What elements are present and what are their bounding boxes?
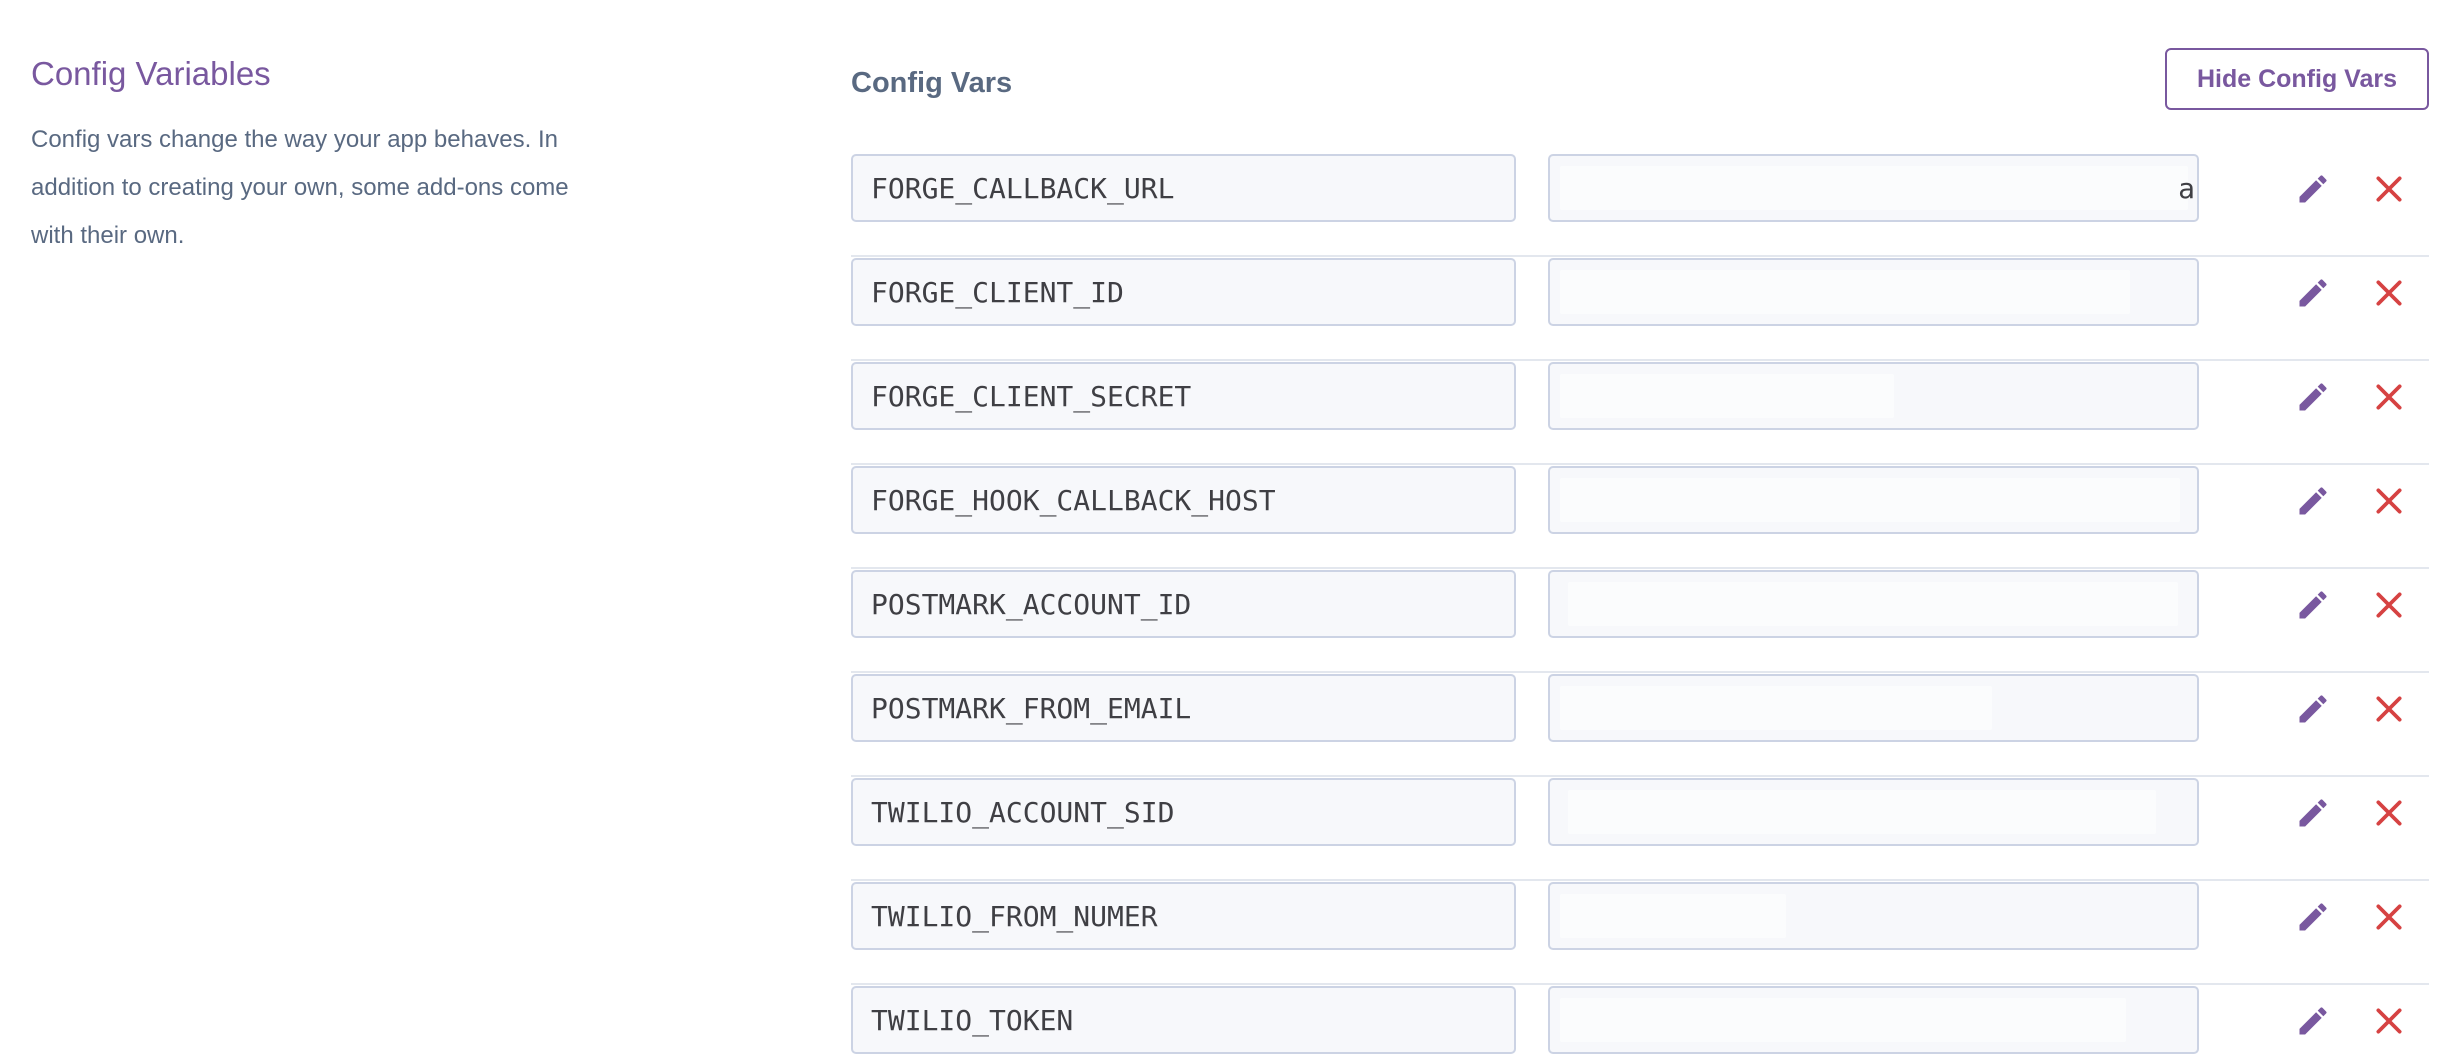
close-icon: [2376, 384, 2402, 410]
section-description: Config vars change the way your app beha…: [31, 126, 569, 249]
pencil-icon: [2299, 383, 2327, 411]
edit-config-var-button[interactable]: [2294, 794, 2332, 832]
config-var-row: TWILIO_TOKEN: [851, 985, 2429, 1058]
section-title: Config Variables: [31, 55, 271, 92]
config-var-row: POSTMARK_ACCOUNT_ID: [851, 569, 2429, 673]
masked-value: [1560, 478, 2180, 522]
masked-value: [1568, 790, 2156, 834]
edit-config-var-button[interactable]: [2294, 482, 2332, 520]
close-icon: [2376, 1008, 2402, 1034]
config-var-value-input[interactable]: [1548, 570, 2199, 638]
close-icon: [2376, 280, 2402, 306]
config-var-value-input[interactable]: [1548, 778, 2199, 846]
config-var-key-input[interactable]: FORGE_CALLBACK_URL: [851, 154, 1516, 222]
delete-config-var-button[interactable]: [2370, 690, 2408, 728]
config-var-row: TWILIO_FROM_NUMER: [851, 881, 2429, 985]
masked-value: [1560, 998, 2126, 1042]
pencil-icon: [2299, 695, 2327, 723]
pencil-icon: [2299, 591, 2327, 619]
close-icon: [2376, 488, 2402, 514]
delete-config-var-button[interactable]: [2370, 378, 2408, 416]
edit-config-var-button[interactable]: [2294, 274, 2332, 312]
hide-config-vars-button[interactable]: Hide Config Vars: [2165, 48, 2429, 110]
masked-value: [1560, 270, 2130, 314]
config-var-value-input[interactable]: [1548, 674, 2199, 742]
edit-config-var-button[interactable]: [2294, 898, 2332, 936]
pencil-icon: [2299, 175, 2327, 203]
config-var-value-input[interactable]: [1548, 986, 2199, 1054]
pencil-icon: [2299, 1007, 2327, 1035]
masked-value: [1560, 686, 1992, 730]
config-var-row: FORGE_HOOK_CALLBACK_HOST: [851, 465, 2429, 569]
edit-config-var-button[interactable]: [2294, 170, 2332, 208]
value-overflow-text: a: [2178, 172, 2195, 205]
config-var-key-input[interactable]: POSTMARK_FROM_EMAIL: [851, 674, 1516, 742]
delete-config-var-button[interactable]: [2370, 1002, 2408, 1040]
close-icon: [2376, 696, 2402, 722]
masked-value: [1568, 582, 2178, 626]
config-var-value-input[interactable]: [1548, 258, 2199, 326]
config-var-row: TWILIO_ACCOUNT_SID: [851, 777, 2429, 881]
config-var-row: FORGE_CLIENT_SECRET: [851, 361, 2429, 465]
edit-config-var-button[interactable]: [2294, 378, 2332, 416]
config-vars-title: Config Vars: [851, 67, 1013, 99]
delete-config-var-button[interactable]: [2370, 898, 2408, 936]
pencil-icon: [2299, 487, 2327, 515]
config-var-key-input[interactable]: TWILIO_FROM_NUMER: [851, 882, 1516, 950]
config-vars-page: Config Variables Config vars change the …: [0, 0, 2448, 1058]
config-var-key-input[interactable]: FORGE_CLIENT_ID: [851, 258, 1516, 326]
edit-config-var-button[interactable]: [2294, 690, 2332, 728]
delete-config-var-button[interactable]: [2370, 482, 2408, 520]
close-icon: [2376, 904, 2402, 930]
pencil-icon: [2299, 799, 2327, 827]
config-var-key-input[interactable]: FORGE_HOOK_CALLBACK_HOST: [851, 466, 1516, 534]
config-var-key-input[interactable]: POSTMARK_ACCOUNT_ID: [851, 570, 1516, 638]
config-var-key-input[interactable]: TWILIO_TOKEN: [851, 986, 1516, 1054]
delete-config-var-button[interactable]: [2370, 794, 2408, 832]
edit-config-var-button[interactable]: [2294, 586, 2332, 624]
masked-value: [1560, 894, 1786, 938]
close-icon: [2376, 800, 2402, 826]
pencil-icon: [2299, 279, 2327, 307]
delete-config-var-button[interactable]: [2370, 170, 2408, 208]
config-var-value-input[interactable]: a: [1548, 154, 2199, 222]
close-icon: [2376, 592, 2402, 618]
edit-config-var-button[interactable]: [2294, 1002, 2332, 1040]
config-var-row: POSTMARK_FROM_EMAIL: [851, 673, 2429, 777]
delete-config-var-button[interactable]: [2370, 274, 2408, 312]
masked-value: [1560, 374, 1894, 418]
config-var-value-input[interactable]: [1548, 362, 2199, 430]
config-var-key-input[interactable]: FORGE_CLIENT_SECRET: [851, 362, 1516, 430]
config-var-value-input[interactable]: [1548, 466, 2199, 534]
config-var-key-input[interactable]: TWILIO_ACCOUNT_SID: [851, 778, 1516, 846]
config-var-value-input[interactable]: [1548, 882, 2199, 950]
config-vars-list: FORGE_CALLBACK_URL a FORGE_CLIENT_ID FOR…: [851, 153, 2429, 1058]
delete-config-var-button[interactable]: [2370, 586, 2408, 624]
pencil-icon: [2299, 903, 2327, 931]
config-var-row: FORGE_CALLBACK_URL a: [851, 153, 2429, 257]
masked-value: [1560, 166, 2188, 210]
close-icon: [2376, 176, 2402, 202]
config-var-row: FORGE_CLIENT_ID: [851, 257, 2429, 361]
